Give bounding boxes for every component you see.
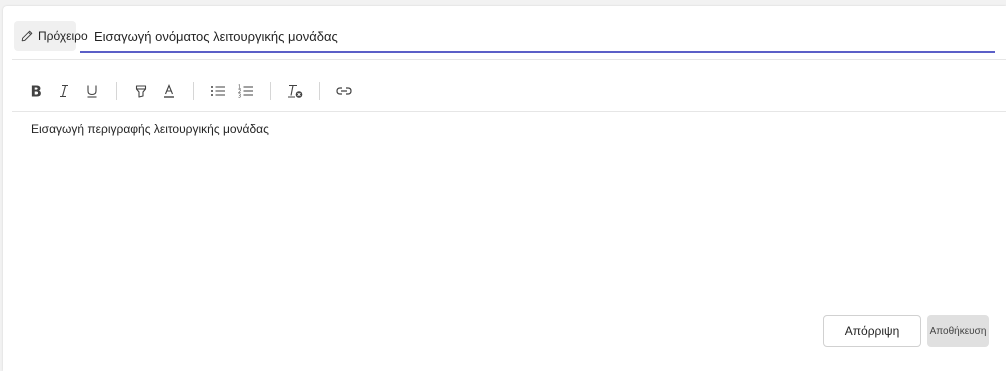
divider (12, 111, 1006, 112)
divider (12, 59, 1006, 60)
clear-formatting-button[interactable] (281, 79, 309, 103)
toolbar-divider (319, 82, 320, 100)
bulleted-list-icon (209, 83, 227, 99)
module-title-input[interactable] (80, 22, 995, 51)
save-button[interactable]: Αποθήκευση (927, 315, 989, 347)
discard-button[interactable]: Απόρριψη (823, 315, 921, 347)
svg-text:3: 3 (238, 94, 241, 100)
bulleted-list-button[interactable] (204, 79, 232, 103)
svg-text:B: B (31, 83, 42, 99)
clear-formatting-icon (286, 83, 304, 99)
numbered-list-icon: 1 2 3 (237, 83, 255, 99)
italic-button[interactable] (50, 79, 78, 103)
toolbar-divider (116, 82, 117, 100)
font-color-icon (161, 83, 177, 99)
toolbar-divider (270, 82, 271, 100)
draft-badge: Πρόχειρο (14, 21, 88, 51)
module-description-input[interactable]: Εισαγωγή περιγραφής λειτουργικής μονάδας (31, 122, 269, 136)
module-title-field-wrap (80, 22, 995, 53)
font-color-button[interactable] (155, 79, 183, 103)
link-icon (335, 83, 353, 99)
underline-icon (84, 83, 100, 99)
highlight-icon (133, 83, 149, 99)
insert-link-button[interactable] (330, 79, 358, 103)
numbered-list-button[interactable]: 1 2 3 (232, 79, 260, 103)
toolbar-divider (193, 82, 194, 100)
italic-icon (56, 83, 72, 99)
bold-button[interactable]: B (22, 79, 50, 103)
underline-button[interactable] (78, 79, 106, 103)
pencil-icon (20, 29, 34, 43)
formatting-toolbar: B 1 2 3 (22, 79, 358, 103)
bold-icon: B (28, 83, 44, 99)
highlight-button[interactable] (127, 79, 155, 103)
